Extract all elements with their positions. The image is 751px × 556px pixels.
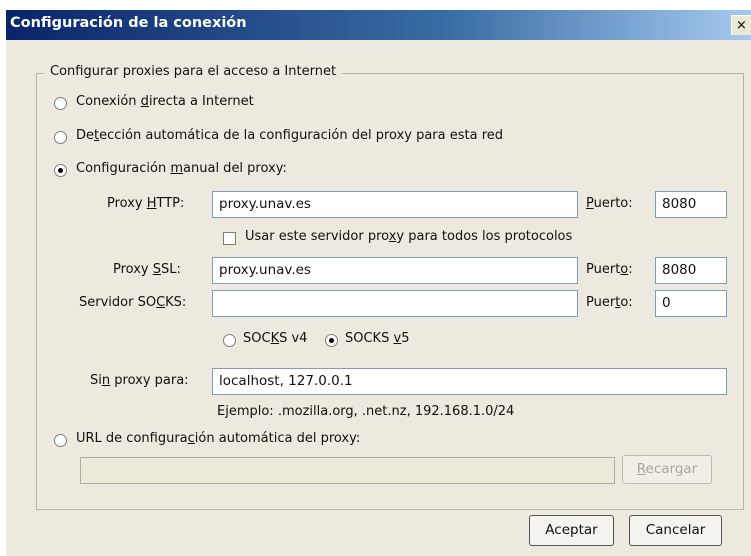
http-proxy-label: Proxy HTTP:	[107, 196, 185, 211]
title-bar: Configuración de la conexión ×	[6, 10, 751, 40]
group-label: Configurar proxies para el acceso a Inte…	[44, 64, 343, 79]
ssl-port-input[interactable]: 8080	[655, 257, 727, 284]
http-proxy-input[interactable]: proxy.unav.es	[212, 191, 578, 218]
radio-socks-v5[interactable]	[325, 334, 338, 347]
no-proxy-example: Ejemplo: .mozilla.org, .net.nz, 192.168.…	[217, 404, 515, 419]
ssl-proxy-label: Proxy SSL:	[113, 262, 181, 277]
ok-button[interactable]: Aceptar	[529, 515, 614, 546]
no-proxy-input[interactable]: localhost, 127.0.0.1	[212, 368, 727, 395]
ssl-port-label: Puerto:	[586, 262, 633, 277]
connection-settings-dialog: Configuración de la conexión × Configura…	[6, 10, 751, 556]
radio-auto-url-label[interactable]: URL de configuración automática del prox…	[76, 431, 360, 446]
radio-socks-v4[interactable]	[223, 334, 236, 347]
ssl-proxy-input[interactable]: proxy.unav.es	[212, 257, 578, 284]
reload-button[interactable]: Recargar	[622, 455, 712, 484]
radio-manual-label[interactable]: Configuración manual del proxy:	[76, 161, 287, 176]
window-title: Configuración de la conexión	[10, 15, 247, 31]
no-proxy-label: Sin proxy para:	[90, 373, 189, 388]
radio-manual[interactable]	[54, 164, 67, 177]
radio-auto-detect[interactable]	[54, 131, 67, 144]
share-proxy-label[interactable]: Usar este servidor proxy para todos los …	[245, 229, 572, 244]
socks-port-input[interactable]: 0	[655, 290, 727, 317]
socks-host-input[interactable]	[212, 290, 578, 317]
socks-port-label: Puerto:	[586, 295, 633, 310]
radio-auto-url[interactable]	[54, 434, 67, 447]
share-proxy-checkbox[interactable]	[223, 232, 236, 245]
radio-direct[interactable]	[54, 97, 67, 110]
radio-auto-detect-label[interactable]: Detección automática de la configuración…	[76, 128, 503, 143]
cancel-button[interactable]: Cancelar	[629, 515, 722, 546]
close-button[interactable]: ×	[731, 15, 751, 35]
radio-socks-v5-label[interactable]: SOCKS v5	[345, 331, 409, 346]
socks-host-label: Servidor SOCKS:	[79, 295, 187, 310]
http-port-label: Puerto:	[586, 196, 633, 211]
auto-url-input[interactable]	[80, 457, 615, 484]
http-port-input[interactable]: 8080	[655, 191, 727, 218]
radio-direct-label[interactable]: Conexión directa a Internet	[76, 94, 254, 109]
radio-socks-v4-label[interactable]: SOCKS v4	[243, 331, 307, 346]
close-icon: ×	[736, 18, 747, 33]
